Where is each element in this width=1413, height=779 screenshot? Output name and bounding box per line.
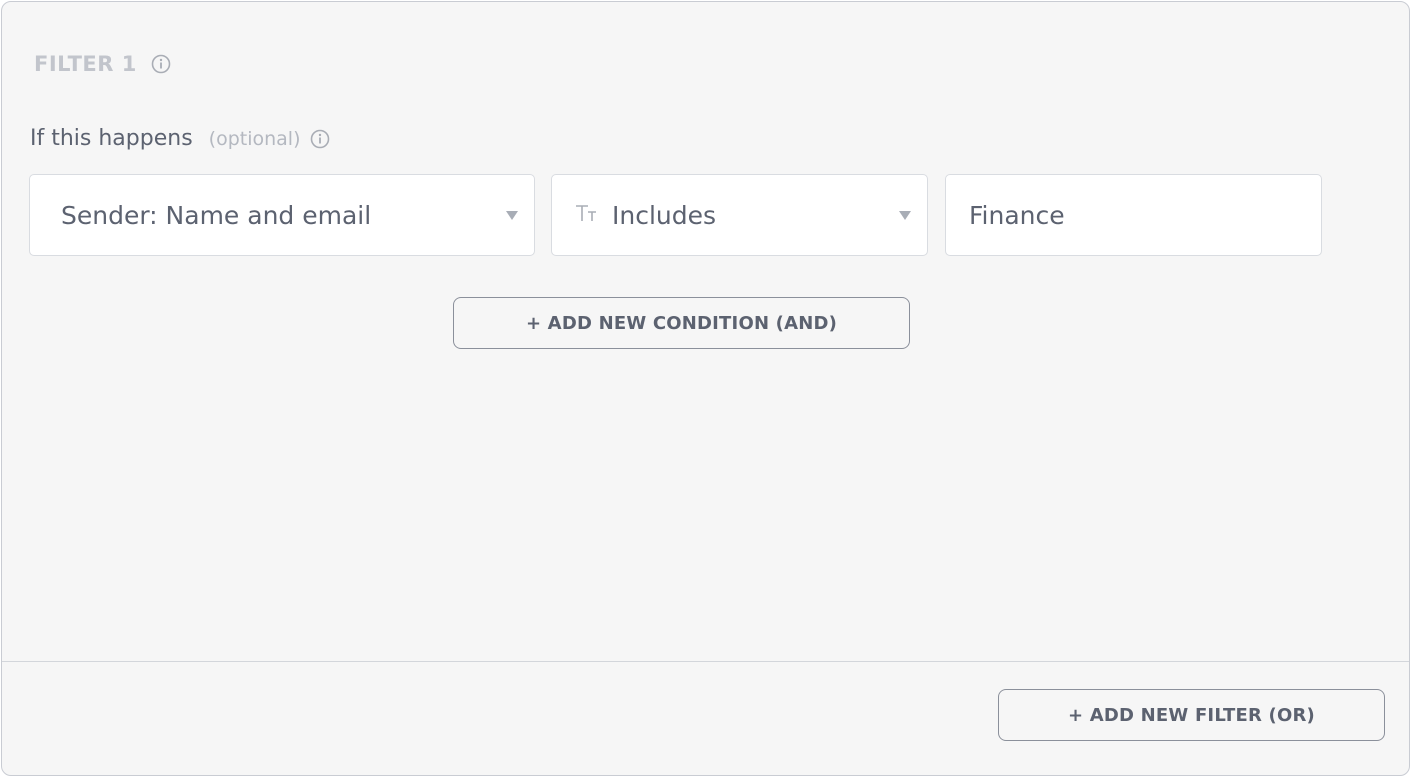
- info-icon[interactable]: [151, 54, 171, 74]
- condition-field-select[interactable]: Sender: Name and email: [29, 174, 535, 256]
- section-label: If this happens: [30, 126, 193, 151]
- condition-section-header: If this happens (optional): [30, 126, 330, 151]
- chevron-down-icon: [899, 211, 911, 220]
- filter-panel: FILTER 1 If this happens (optional) Send…: [1, 1, 1410, 776]
- condition-field-value: Sender: Name and email: [61, 200, 372, 230]
- condition-operator-select[interactable]: Includes: [551, 174, 928, 256]
- optional-label: (optional): [208, 127, 301, 150]
- divider: [2, 661, 1409, 662]
- filter-title: FILTER 1: [34, 52, 137, 76]
- chevron-down-icon: [506, 211, 518, 220]
- filter-header: FILTER 1: [34, 52, 171, 76]
- add-filter-button[interactable]: + ADD NEW FILTER (OR): [998, 689, 1385, 741]
- condition-value-input[interactable]: Finance: [945, 174, 1322, 256]
- add-condition-button[interactable]: + ADD NEW CONDITION (AND): [453, 297, 910, 349]
- condition-operator-value: Includes: [612, 200, 717, 230]
- info-icon[interactable]: [310, 129, 330, 149]
- text-type-icon: [574, 202, 600, 228]
- condition-value-text: Finance: [969, 200, 1065, 230]
